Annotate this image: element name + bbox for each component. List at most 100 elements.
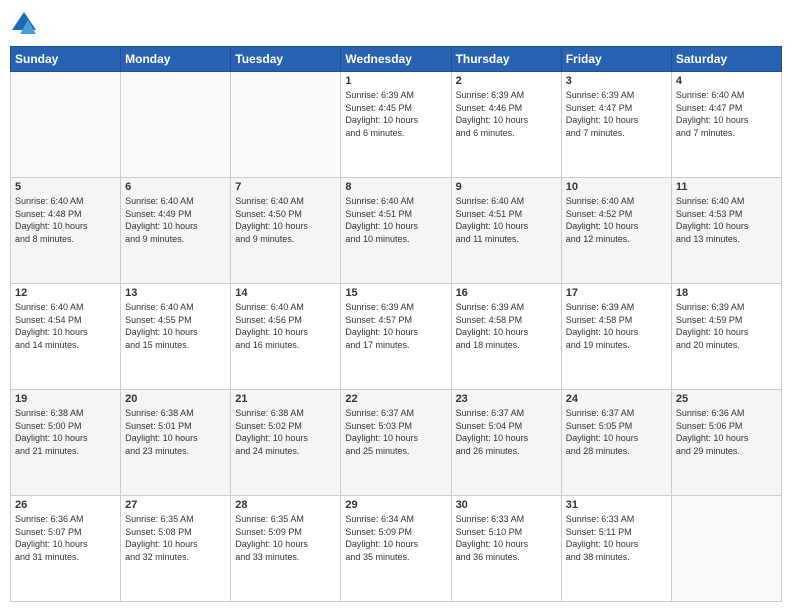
logo (10, 10, 42, 38)
calendar-cell: 27 Sunrise: 6:35 AMSunset: 5:08 PMDayligh… (121, 496, 231, 602)
day-info: Sunrise: 6:38 AMSunset: 5:00 PMDaylight:… (15, 407, 116, 457)
calendar-week-row: 1 Sunrise: 6:39 AMSunset: 4:45 PMDaylight… (11, 72, 782, 178)
calendar-cell: 9 Sunrise: 6:40 AMSunset: 4:51 PMDaylight… (451, 178, 561, 284)
day-info: Sunrise: 6:40 AMSunset: 4:51 PMDaylight:… (456, 195, 557, 245)
calendar-cell: 15 Sunrise: 6:39 AMSunset: 4:57 PMDayligh… (341, 284, 451, 390)
day-number: 23 (456, 393, 557, 405)
day-info: Sunrise: 6:40 AMSunset: 4:56 PMDaylight:… (235, 301, 336, 351)
calendar-week-row: 12Sunrise: 6:40 AMSunset: 4:54 PMDayligh… (11, 284, 782, 390)
calendar-cell: 25 Sunrise: 6:36 AMSunset: 5:06 PMDayligh… (671, 390, 781, 496)
calendar-cell: 12Sunrise: 6:40 AMSunset: 4:54 PMDayligh… (11, 284, 121, 390)
day-number: 9 (456, 181, 557, 193)
day-info: Sunrise: 6:39 AMSunset: 4:46 PMDaylight:… (456, 89, 557, 139)
day-number: 7 (235, 181, 336, 193)
day-number: 27 (125, 499, 226, 511)
day-info: Sunrise: 6:36 AMSunset: 5:06 PMDaylight:… (676, 407, 777, 457)
calendar-cell: 13 Sunrise: 6:40 AMSunset: 4:55 PMDayligh… (121, 284, 231, 390)
calendar-week-row: 19 Sunrise: 6:38 AMSunset: 5:00 PMDayligh… (11, 390, 782, 496)
day-info: Sunrise: 6:35 AMSunset: 5:09 PMDaylight:… (235, 513, 336, 563)
day-info: Sunrise: 6:33 AMSunset: 5:10 PMDaylight:… (456, 513, 557, 563)
weekday-header: Thursday (451, 47, 561, 72)
calendar-cell: 28 Sunrise: 6:35 AMSunset: 5:09 PMDayligh… (231, 496, 341, 602)
calendar-cell: 22Sunrise: 6:37 AMSunset: 5:03 PMDayligh… (341, 390, 451, 496)
day-number: 24 (566, 393, 667, 405)
day-info: Sunrise: 6:40 AMSunset: 4:49 PMDaylight:… (125, 195, 226, 245)
calendar-week-row: 5 Sunrise: 6:40 AMSunset: 4:48 PMDaylight… (11, 178, 782, 284)
day-number: 11 (676, 181, 777, 193)
calendar-cell: 23 Sunrise: 6:37 AMSunset: 5:04 PMDayligh… (451, 390, 561, 496)
day-number: 17 (566, 287, 667, 299)
weekday-header: Sunday (11, 47, 121, 72)
calendar-cell: 5 Sunrise: 6:40 AMSunset: 4:48 PMDaylight… (11, 178, 121, 284)
calendar-cell: 8Sunrise: 6:40 AMSunset: 4:51 PMDaylight… (341, 178, 451, 284)
calendar: SundayMondayTuesdayWednesdayThursdayFrid… (10, 46, 782, 602)
day-info: Sunrise: 6:34 AMSunset: 5:09 PMDaylight:… (345, 513, 446, 563)
day-number: 16 (456, 287, 557, 299)
day-number: 14 (235, 287, 336, 299)
day-info: Sunrise: 6:39 AMSunset: 4:58 PMDaylight:… (456, 301, 557, 351)
day-info: Sunrise: 6:39 AMSunset: 4:57 PMDaylight:… (345, 301, 446, 351)
day-info: Sunrise: 6:37 AMSunset: 5:04 PMDaylight:… (456, 407, 557, 457)
day-number: 2 (456, 75, 557, 87)
day-number: 29 (345, 499, 446, 511)
day-number: 28 (235, 499, 336, 511)
day-number: 30 (456, 499, 557, 511)
day-info: Sunrise: 6:39 AMSunset: 4:47 PMDaylight:… (566, 89, 667, 139)
day-info: Sunrise: 6:40 AMSunset: 4:55 PMDaylight:… (125, 301, 226, 351)
day-info: Sunrise: 6:37 AMSunset: 5:05 PMDaylight:… (566, 407, 667, 457)
day-info: Sunrise: 6:38 AMSunset: 5:02 PMDaylight:… (235, 407, 336, 457)
day-info: Sunrise: 6:40 AMSunset: 4:48 PMDaylight:… (15, 195, 116, 245)
day-number: 12 (15, 287, 116, 299)
calendar-cell: 29 Sunrise: 6:34 AMSunset: 5:09 PMDayligh… (341, 496, 451, 602)
day-number: 21 (235, 393, 336, 405)
day-info: Sunrise: 6:40 AMSunset: 4:52 PMDaylight:… (566, 195, 667, 245)
day-info: Sunrise: 6:36 AMSunset: 5:07 PMDaylight:… (15, 513, 116, 563)
calendar-cell: 6 Sunrise: 6:40 AMSunset: 4:49 PMDaylight… (121, 178, 231, 284)
calendar-cell: 7Sunrise: 6:40 AMSunset: 4:50 PMDaylight… (231, 178, 341, 284)
calendar-cell (121, 72, 231, 178)
calendar-cell: 16 Sunrise: 6:39 AMSunset: 4:58 PMDayligh… (451, 284, 561, 390)
calendar-cell: 2 Sunrise: 6:39 AMSunset: 4:46 PMDaylight… (451, 72, 561, 178)
day-number: 26 (15, 499, 116, 511)
calendar-cell: 30 Sunrise: 6:33 AMSunset: 5:10 PMDayligh… (451, 496, 561, 602)
calendar-cell: 26 Sunrise: 6:36 AMSunset: 5:07 PMDayligh… (11, 496, 121, 602)
day-info: Sunrise: 6:39 AMSunset: 4:59 PMDaylight:… (676, 301, 777, 351)
day-number: 25 (676, 393, 777, 405)
logo-icon (10, 10, 38, 38)
day-info: Sunrise: 6:40 AMSunset: 4:51 PMDaylight:… (345, 195, 446, 245)
calendar-cell (231, 72, 341, 178)
calendar-cell: 21 Sunrise: 6:38 AMSunset: 5:02 PMDayligh… (231, 390, 341, 496)
calendar-cell: 4Sunrise: 6:40 AMSunset: 4:47 PMDaylight… (671, 72, 781, 178)
day-info: Sunrise: 6:39 AMSunset: 4:58 PMDaylight:… (566, 301, 667, 351)
calendar-cell: 3 Sunrise: 6:39 AMSunset: 4:47 PMDaylight… (561, 72, 671, 178)
page: SundayMondayTuesdayWednesdayThursdayFrid… (0, 0, 792, 612)
calendar-cell: 1 Sunrise: 6:39 AMSunset: 4:45 PMDaylight… (341, 72, 451, 178)
day-number: 20 (125, 393, 226, 405)
day-info: Sunrise: 6:40 AMSunset: 4:47 PMDaylight:… (676, 89, 777, 139)
weekday-header: Monday (121, 47, 231, 72)
weekday-header: Tuesday (231, 47, 341, 72)
day-number: 1 (345, 75, 446, 87)
calendar-cell: 18Sunrise: 6:39 AMSunset: 4:59 PMDayligh… (671, 284, 781, 390)
day-info: Sunrise: 6:35 AMSunset: 5:08 PMDaylight:… (125, 513, 226, 563)
day-number: 10 (566, 181, 667, 193)
calendar-cell (11, 72, 121, 178)
calendar-cell: 31Sunrise: 6:33 AMSunset: 5:11 PMDayligh… (561, 496, 671, 602)
day-number: 13 (125, 287, 226, 299)
calendar-cell: 14 Sunrise: 6:40 AMSunset: 4:56 PMDayligh… (231, 284, 341, 390)
day-number: 5 (15, 181, 116, 193)
calendar-week-row: 26 Sunrise: 6:36 AMSunset: 5:07 PMDayligh… (11, 496, 782, 602)
calendar-cell (671, 496, 781, 602)
day-info: Sunrise: 6:33 AMSunset: 5:11 PMDaylight:… (566, 513, 667, 563)
day-number: 6 (125, 181, 226, 193)
header (10, 10, 782, 38)
calendar-cell: 24 Sunrise: 6:37 AMSunset: 5:05 PMDayligh… (561, 390, 671, 496)
day-number: 3 (566, 75, 667, 87)
day-info: Sunrise: 6:39 AMSunset: 4:45 PMDaylight:… (345, 89, 446, 139)
weekday-header: Wednesday (341, 47, 451, 72)
day-info: Sunrise: 6:38 AMSunset: 5:01 PMDaylight:… (125, 407, 226, 457)
weekday-header: Saturday (671, 47, 781, 72)
day-number: 15 (345, 287, 446, 299)
day-info: Sunrise: 6:40 AMSunset: 4:53 PMDaylight:… (676, 195, 777, 245)
day-number: 19 (15, 393, 116, 405)
